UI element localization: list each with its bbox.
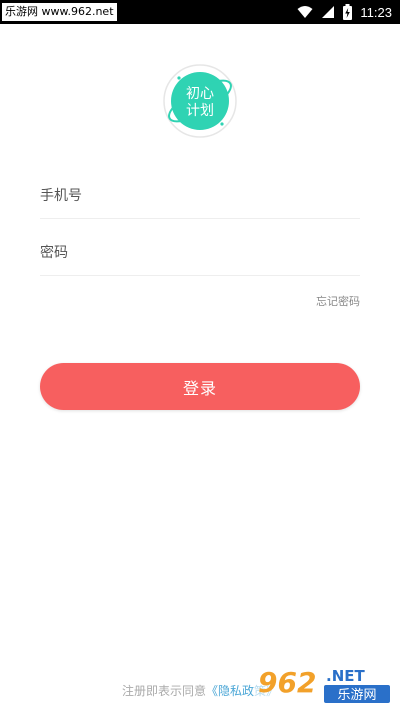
watermark-suffix: .NET [326,667,365,685]
forgot-password-link[interactable]: 忘记密码 [316,293,360,309]
password-input[interactable] [40,231,360,275]
phone-field-container [40,174,360,219]
status-watermark: 乐游网 www.962.net [2,3,117,21]
phone-input[interactable] [40,174,360,218]
status-icons: 11:23 [297,0,392,24]
password-field-container [40,231,360,276]
signal-icon [321,5,335,19]
login-button[interactable]: 登录 [40,363,360,410]
footer-prefix: 注册即表示同意 [121,684,206,698]
battery-charging-icon [343,4,353,20]
logo-text-line2: 计划 [186,103,214,119]
logo-text-line1: 初心 [186,85,214,102]
status-time: 11:23 [360,4,392,20]
watermark-digits: 962 [258,666,316,699]
wifi-icon [297,5,313,19]
app-logo: 初心 计划 [163,64,237,138]
site-watermark: 962 .NET 乐游网 [254,661,394,707]
watermark-caption: 乐游网 [337,688,376,703]
status-bar: 乐游网 www.962.net 11:23 [0,0,400,24]
